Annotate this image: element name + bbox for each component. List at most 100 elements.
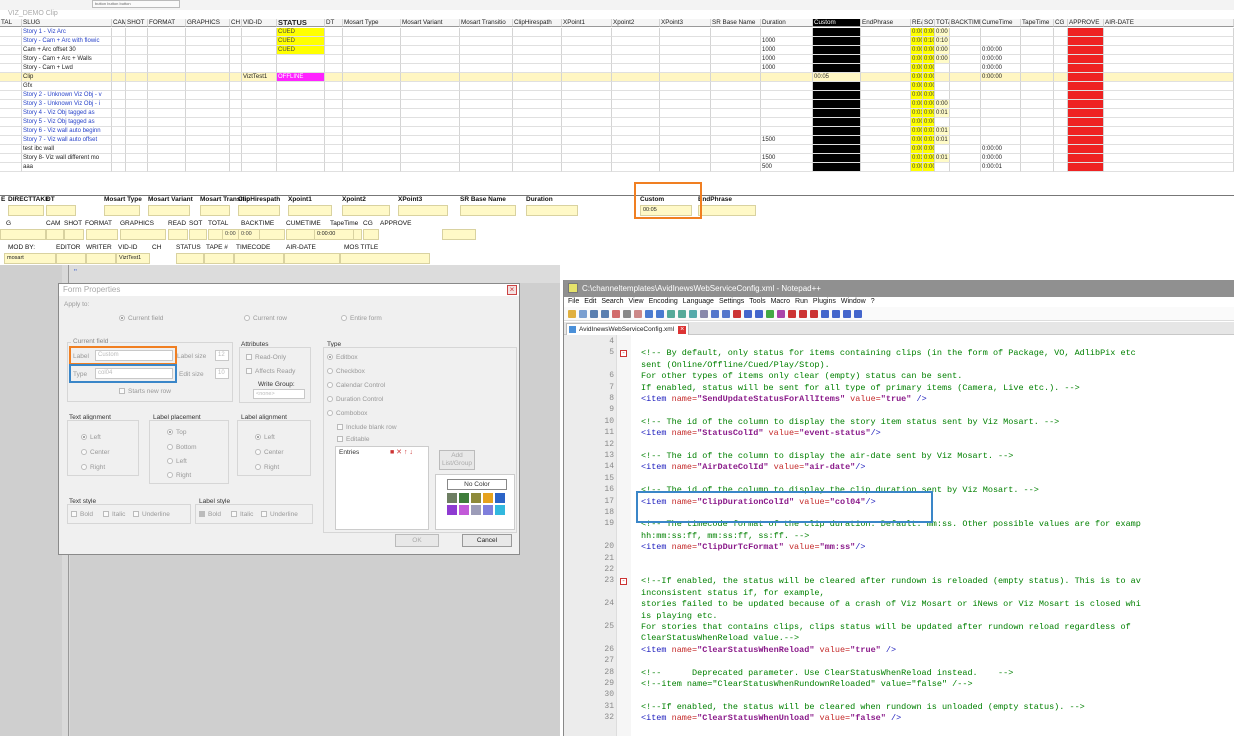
menu-item[interactable]: File <box>568 298 579 305</box>
menu-item[interactable]: Encoding <box>649 298 678 305</box>
menu-item[interactable]: ? <box>871 298 875 305</box>
toolbar-icon[interactable] <box>854 310 862 318</box>
vid-id-input[interactable]: ViztTest1 <box>116 253 150 264</box>
rundown-row[interactable]: Story 2 - Unknown Viz Obj - v 0:00 0:00 <box>0 91 1234 100</box>
color-swatch[interactable] <box>495 493 505 503</box>
menu-item[interactable]: Window <box>841 298 866 305</box>
menu-item[interactable]: Edit <box>584 298 596 305</box>
toolbar-icon[interactable] <box>656 310 664 318</box>
rundown-row[interactable]: Gfx 0:00 0:00 <box>0 82 1234 91</box>
include-blank-checkbox[interactable]: Include blank row <box>337 424 397 431</box>
code-editor[interactable]: <!-- By default, only status for items c… <box>631 335 1234 736</box>
color-swatch[interactable] <box>459 493 469 503</box>
rundown-row[interactable]: aaa 500 0:00 0:00 0:00:01 <box>0 163 1234 172</box>
column-header[interactable]: SOT <box>923 19 935 27</box>
approve-input[interactable] <box>442 229 476 240</box>
field-input[interactable] <box>189 229 207 240</box>
rundown-row[interactable]: Story - Cam + Arc + Walls 1000 0:00 0:00 0:0… <box>0 55 1234 64</box>
field-input[interactable] <box>398 205 448 216</box>
toolbar-icon[interactable] <box>601 310 609 318</box>
label-align-right[interactable]: Right <box>255 464 279 471</box>
field-input[interactable] <box>200 205 230 216</box>
column-header[interactable]: CumeTime <box>981 19 1021 27</box>
field-input[interactable] <box>148 205 190 216</box>
field-input[interactable] <box>64 229 84 240</box>
toolbar-icon[interactable] <box>634 310 642 318</box>
field-input[interactable] <box>238 205 280 216</box>
toolbar-icon[interactable] <box>711 310 719 318</box>
column-header[interactable]: Xpoint2 <box>612 19 660 27</box>
rundown-row[interactable]: Cam + Arc offset 30 CUED 1000 0:00 0:00 0:00 0… <box>0 46 1234 55</box>
column-header[interactable]: TOTA <box>935 19 950 27</box>
mod-by-input[interactable]: mosart <box>4 253 56 264</box>
menu-item[interactable]: View <box>629 298 644 305</box>
close-tab-icon[interactable]: × <box>678 326 687 334</box>
column-header[interactable]: GRAPHICS <box>186 19 230 27</box>
menu-item[interactable]: Plugins <box>813 298 836 305</box>
field-input[interactable] <box>46 205 76 216</box>
field-input[interactable] <box>104 205 140 216</box>
rundown-row[interactable]: Story 5 - Viz Obj tagged as 0:00 0:00 <box>0 118 1234 127</box>
toolbar-icon[interactable] <box>733 310 741 318</box>
column-header[interactable]: READ <box>911 19 923 27</box>
menu-item[interactable]: Tools <box>749 298 765 305</box>
cancel-button[interactable]: Cancel <box>462 534 512 547</box>
label-size-input[interactable]: 12 <box>215 350 229 361</box>
field-input[interactable] <box>8 205 44 216</box>
toolbar-icon[interactable] <box>678 310 686 318</box>
label-bold-checkbox[interactable]: Bold <box>199 511 221 518</box>
entry-tools-icon[interactable]: ■ ✕ ↑ ↓ <box>390 448 413 456</box>
menu-item[interactable]: Settings <box>719 298 744 305</box>
ok-button[interactable]: OK <box>395 534 439 547</box>
toolbar-icon[interactable] <box>788 310 796 318</box>
air-date-input[interactable] <box>284 253 340 264</box>
column-header[interactable]: BACKTIME <box>950 19 981 27</box>
toolbar-icon[interactable] <box>821 310 829 318</box>
column-header[interactable]: Mosart Type <box>343 19 401 27</box>
status-input[interactable] <box>176 253 204 264</box>
text-italic-checkbox[interactable]: Italic <box>103 511 125 518</box>
no-color-button[interactable]: No Color <box>447 479 507 490</box>
color-swatch[interactable] <box>459 505 469 515</box>
toolbar-button[interactable]: button button button <box>92 0 180 8</box>
type-editbox-radio[interactable]: Editbox <box>327 354 358 361</box>
editable-checkbox[interactable]: Editable <box>337 436 370 443</box>
rundown-row[interactable]: Story 7 - Viz wall auto offset 1500 0:00 0:… <box>0 136 1234 145</box>
toolbar-icon[interactable] <box>810 310 818 318</box>
type-combobox-radio[interactable]: Combobox <box>327 410 367 417</box>
edit-size-input[interactable]: 10 <box>215 368 229 379</box>
fold-toggle-icon[interactable]: - <box>620 578 627 586</box>
apply-entire-form[interactable]: Entire form <box>341 315 382 322</box>
field-input[interactable] <box>46 229 64 240</box>
rundown-row[interactable]: Story 6 - Viz wall auto beginn 0:00 0:01 0:… <box>0 127 1234 136</box>
close-icon[interactable]: × <box>507 285 517 295</box>
type-checkbox-radio[interactable]: Checkbox <box>327 368 365 375</box>
rundown-row[interactable]: Story - Cam + Arc with flowic CUED 1000 0:0… <box>0 37 1234 46</box>
color-swatch[interactable] <box>471 493 481 503</box>
column-header[interactable]: CH <box>230 19 242 27</box>
affects-ready-checkbox[interactable]: Affects Ready <box>246 368 295 375</box>
column-header[interactable]: TAL <box>0 19 22 27</box>
toolbar-icon[interactable] <box>755 310 763 318</box>
write-group-select[interactable]: <none> <box>253 389 305 399</box>
toolbar-icon[interactable] <box>623 310 631 318</box>
label-underline-checkbox[interactable]: Underline <box>261 511 298 518</box>
menu-item[interactable]: Search <box>601 298 623 305</box>
toolbar-icon[interactable] <box>777 310 785 318</box>
column-header[interactable]: ClipHirespath <box>513 19 562 27</box>
toolbar-icon[interactable] <box>832 310 840 318</box>
column-header[interactable]: CG <box>1054 19 1068 27</box>
column-header[interactable]: SHOT <box>126 19 148 27</box>
placement-left[interactable]: Left <box>167 458 187 465</box>
toolbar-icon[interactable] <box>689 310 697 318</box>
toolbar-icon[interactable] <box>579 310 587 318</box>
type-duration-radio[interactable]: Duration Control <box>327 396 383 403</box>
column-header[interactable]: FORMAT <box>148 19 186 27</box>
rundown-row[interactable]: test ibc wall 0:00 0:00 0:00:00 <box>0 145 1234 154</box>
column-header[interactable]: AIR-DATE <box>1104 19 1234 27</box>
starts-new-row-checkbox[interactable]: Starts new row <box>119 388 171 395</box>
placement-right[interactable]: Right <box>167 472 191 479</box>
text-align-left[interactable]: Left <box>81 434 101 441</box>
toolbar-icon[interactable] <box>744 310 752 318</box>
label-align-left[interactable]: Left <box>255 434 275 441</box>
